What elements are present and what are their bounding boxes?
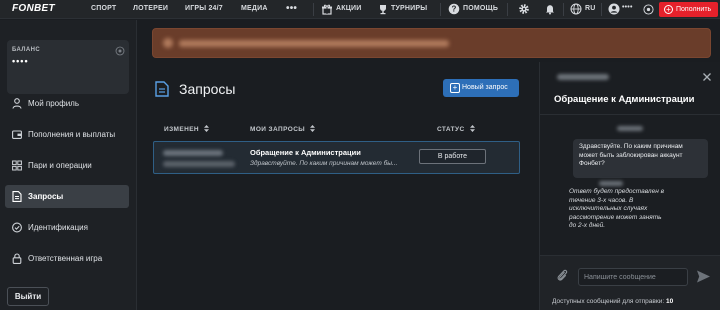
support-message: Ответ будет предоставлен в течение 3-х ч…	[569, 188, 664, 229]
new-request-button-label: Новый запрос	[462, 84, 508, 91]
nav-item-promos[interactable]: АКЦИИ	[336, 5, 362, 12]
language-selector[interactable]: RU	[585, 5, 596, 12]
new-request-button[interactable]: + Новый запрос	[443, 79, 519, 97]
gear-icon[interactable]	[518, 3, 530, 15]
user-icon[interactable]	[608, 3, 620, 15]
divider	[540, 114, 720, 115]
sidebar-item-label: Ответственная игра	[28, 254, 103, 263]
nav-divider	[440, 3, 441, 16]
logout-button[interactable]: Выйти	[7, 287, 49, 306]
bell-icon[interactable]	[544, 3, 556, 15]
svg-text:?: ?	[452, 5, 457, 14]
blurred-date	[163, 150, 223, 156]
banner-icon	[163, 38, 173, 48]
notification-banner	[152, 28, 711, 58]
wallet-icon	[12, 130, 22, 139]
status-badge: В работе	[419, 149, 486, 164]
shield-icon	[12, 222, 22, 233]
sidebar-item-bets[interactable]: Пари и операции	[5, 154, 129, 177]
page-title: Запросы	[179, 81, 236, 97]
document-icon	[12, 191, 22, 202]
nav-item-media[interactable]: МЕДИА	[241, 5, 268, 12]
user-message: Здравствуйте. По каким причинам может бы…	[573, 139, 708, 178]
column-header-label: ИЗМЕНЕН	[164, 126, 200, 133]
sidebar-item-requests[interactable]: Запросы	[5, 185, 129, 208]
account-masked-id[interactable]: ••••	[622, 4, 633, 11]
request-chat-panel: Обращение к Администрации Здравствуйте. …	[539, 62, 720, 310]
sort-icon	[310, 125, 316, 132]
account-sidebar: БАЛАНС •••• Мой профиль Пополнения и вып…	[0, 20, 137, 310]
column-header-status[interactable]: СТАТУС	[437, 125, 475, 133]
sidebar-item-label: Идентификация	[28, 223, 88, 232]
plus-icon: +	[450, 83, 460, 93]
user-icon	[12, 98, 22, 109]
nav-divider	[601, 3, 602, 16]
nav-divider	[563, 3, 564, 16]
message-input[interactable]	[578, 268, 688, 286]
sidebar-item-label: Пари и операции	[28, 161, 92, 170]
request-subject: Обращение к Администрации	[250, 148, 361, 157]
balance-label: БАЛАНС	[12, 47, 41, 53]
sidebar-item-label: Мой профиль	[28, 99, 80, 108]
lock-icon	[12, 253, 22, 264]
sidebar-item-identification[interactable]: Идентификация	[5, 216, 129, 239]
sort-icon	[204, 125, 210, 132]
messages-remaining: Доступных сообщений для отправки: 10	[552, 298, 673, 305]
grid-icon	[12, 160, 22, 171]
sort-icon	[469, 125, 475, 132]
blurred-timestamp	[599, 181, 623, 186]
nav-item-sport[interactable]: СПОРТ	[91, 5, 116, 12]
document-icon	[155, 81, 169, 97]
globe-icon[interactable]	[570, 3, 582, 15]
gift-icon[interactable]	[321, 3, 333, 15]
nav-item-tournaments[interactable]: ТУРНИРЫ	[391, 5, 427, 12]
column-header-label: МОИ ЗАПРОСЫ	[250, 126, 306, 133]
column-header-label: СТАТУС	[437, 126, 465, 133]
balance-value: ••••	[12, 56, 29, 66]
blurred-request-number	[557, 74, 609, 80]
table-row[interactable]: Обращение к Администрации Здравствуйте. …	[153, 141, 520, 174]
blurred-time	[163, 161, 235, 167]
fonbet-logo[interactable]: FONBET	[12, 3, 55, 14]
messages-remaining-count: 10	[665, 298, 674, 305]
close-icon[interactable]	[702, 72, 712, 82]
chat-composer: Доступных сообщений для отправки: 10	[540, 255, 720, 310]
send-icon[interactable]	[696, 269, 711, 284]
sidebar-item-profile[interactable]: Мой профиль	[5, 92, 129, 115]
sidebar-item-payments[interactable]: Пополнения и выплаты	[5, 123, 129, 146]
paperclip-icon[interactable]	[556, 268, 568, 282]
nav-more-button[interactable]: •••	[286, 3, 297, 14]
trophy-icon[interactable]	[377, 3, 389, 15]
column-header-my-requests[interactable]: МОИ ЗАПРОСЫ	[250, 125, 316, 133]
nav-item-lotteries[interactable]: ЛОТЕРЕИ	[133, 5, 168, 12]
top-navigation-bar: FONBET СПОРТ ЛОТЕРЕИ ИГРЫ 24/7 МЕДИА •••…	[0, 0, 720, 19]
nav-divider	[507, 3, 508, 16]
banner-blurred-text	[179, 40, 449, 47]
sidebar-item-label: Пополнения и выплаты	[28, 130, 116, 139]
eye-icon[interactable]	[643, 4, 654, 15]
blurred-timestamp	[617, 126, 643, 131]
nav-item-games[interactable]: ИГРЫ 24/7	[185, 5, 223, 12]
messages-remaining-label: Доступных сообщений для отправки:	[552, 298, 665, 305]
plus-icon: +	[664, 5, 673, 14]
topup-button[interactable]: + Пополнить	[659, 2, 718, 17]
topup-button-label: Пополнить	[676, 6, 712, 13]
eye-icon[interactable]	[115, 46, 125, 56]
nav-divider	[313, 3, 314, 16]
chat-title: Обращение к Администрации	[554, 94, 695, 105]
sidebar-item-responsible-gaming[interactable]: Ответственная игра	[5, 247, 129, 270]
balance-card: БАЛАНС ••••	[7, 40, 129, 94]
sidebar-item-label: Запросы	[28, 192, 64, 201]
help-icon[interactable]: ?	[448, 3, 460, 15]
column-header-changed[interactable]: ИЗМЕНЕН	[164, 125, 210, 133]
request-preview: Здравствуйте. По каким причинам может бы…	[250, 160, 398, 167]
requests-panel: Запросы + Новый запрос ИЗМЕНЕН МОИ ЗАПРО…	[137, 62, 539, 310]
nav-item-help[interactable]: ПОМОЩЬ	[463, 5, 498, 12]
